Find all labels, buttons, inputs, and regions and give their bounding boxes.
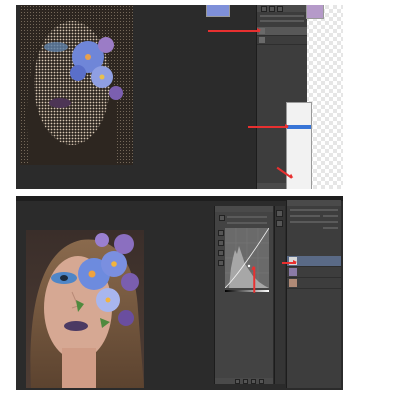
swatches-icon[interactable]	[276, 220, 283, 227]
bottom-screenshot	[16, 196, 343, 390]
red-arrow-curves-layer	[282, 260, 297, 264]
layers-tab-strip	[287, 200, 341, 206]
curves-graph[interactable]	[225, 228, 269, 288]
panel-tab-strip	[257, 5, 307, 12]
panel-icon-column	[274, 206, 285, 384]
layer-row[interactable]	[287, 267, 341, 278]
menu-item[interactable]	[287, 182, 311, 186]
top-screenshot	[16, 5, 343, 189]
red-arrow-curve-point	[253, 266, 255, 293]
layer-filter-select[interactable]	[290, 209, 338, 211]
fill-field[interactable]	[323, 227, 338, 229]
red-arrow-layer	[208, 28, 261, 32]
eyedropper-icon[interactable]	[218, 260, 224, 266]
gradient-bar	[225, 290, 269, 292]
layer-thumbnail-icon	[259, 37, 265, 43]
pencil-icon[interactable]	[218, 230, 224, 236]
layer-thumbnail-icon	[289, 268, 297, 276]
red-arrow-menu	[248, 124, 289, 128]
layers-tab-icon[interactable]	[261, 5, 267, 12]
blend-mode-select[interactable]	[260, 15, 304, 17]
channel-select[interactable]	[227, 222, 267, 224]
paths-tab-icon[interactable]	[277, 5, 283, 12]
reset-icon[interactable]	[243, 378, 248, 384]
history-icon[interactable]	[276, 210, 283, 217]
opacity-field[interactable]	[260, 20, 304, 22]
properties-panel	[214, 206, 273, 384]
properties-footer	[215, 378, 273, 384]
color-portrait-image	[26, 230, 144, 388]
trash-icon[interactable]	[259, 378, 264, 384]
eyedropper-icon[interactable]	[218, 240, 224, 246]
channels-tab-icon[interactable]	[269, 5, 275, 12]
color-portrait	[26, 230, 144, 388]
blend-mode-select[interactable]	[290, 215, 320, 217]
flower-thumbnail	[206, 5, 230, 17]
layer-row[interactable]	[287, 278, 341, 289]
curves-icon	[219, 215, 225, 221]
layer-thumbnail-icon	[289, 279, 297, 287]
halftone-portrait-image	[20, 5, 133, 165]
properties-tab-strip	[215, 206, 273, 212]
halftone-portrait	[20, 5, 133, 165]
opacity-field[interactable]	[323, 215, 338, 217]
preset-select[interactable]	[227, 216, 267, 218]
layer-row[interactable]	[257, 27, 307, 36]
eyedropper-icon[interactable]	[218, 250, 224, 256]
layers-panel	[286, 200, 341, 388]
lock-options[interactable]	[290, 221, 338, 223]
portrait-thumbnail	[306, 5, 324, 19]
clip-to-layer-icon[interactable]	[235, 378, 240, 384]
layer-row[interactable]	[257, 36, 307, 45]
visibility-icon[interactable]	[251, 378, 256, 384]
